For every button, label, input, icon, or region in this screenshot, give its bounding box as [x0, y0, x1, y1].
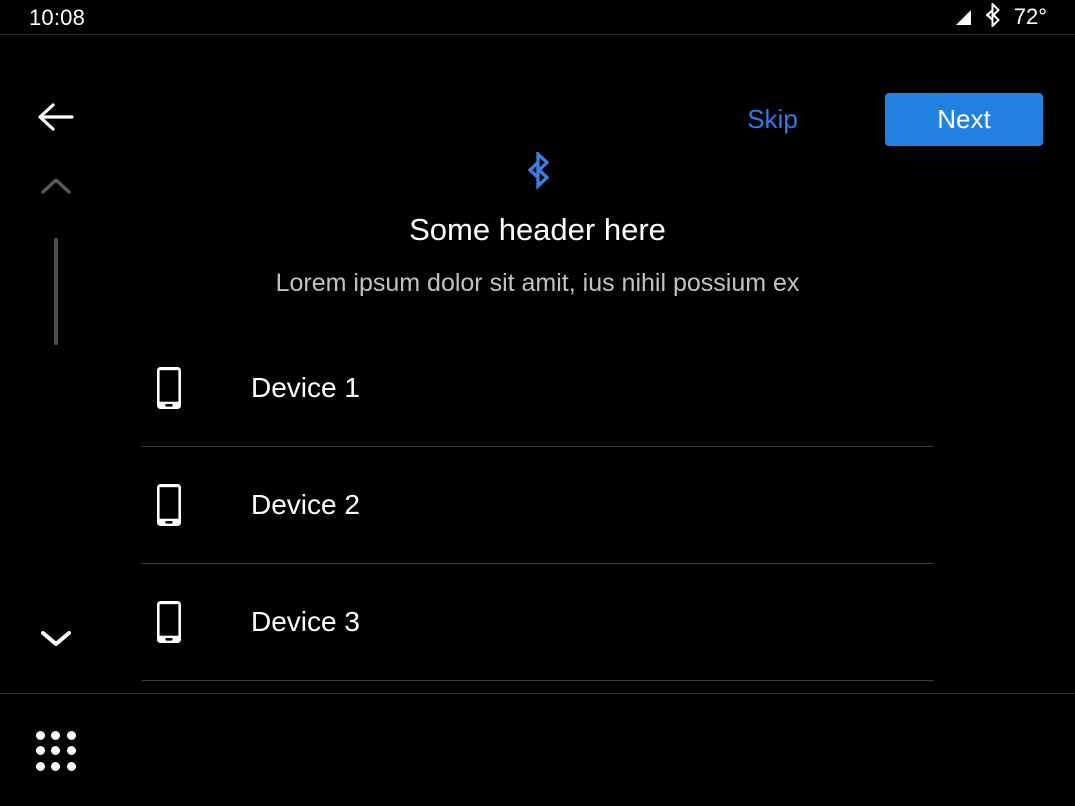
- bottom-navigation-bar: [0, 693, 1075, 806]
- status-bar-temperature: 72°: [1013, 4, 1047, 29]
- bluetooth-icon: [984, 1, 1001, 32]
- smartphone-icon: [154, 600, 184, 644]
- bluetooth-icon: [525, 150, 551, 195]
- status-bar: 10:08 72°: [0, 0, 1075, 35]
- signal-bar-icon: [955, 9, 971, 25]
- smartphone-icon: [154, 483, 184, 527]
- scrollbar-track[interactable]: [54, 238, 58, 603]
- grid-dot: [51, 731, 61, 741]
- device-list: Device 1 Device 2 Device 3: [142, 330, 934, 681]
- status-bar-clock: 10:08: [29, 5, 86, 30]
- device-name: Device 1: [251, 372, 360, 403]
- device-list-item[interactable]: Device 3: [142, 564, 934, 681]
- top-action-bar: Skip Next: [0, 35, 1075, 146]
- grid-dot: [66, 761, 76, 771]
- scroll-rail: [0, 134, 112, 693]
- grid-dot: [66, 731, 76, 741]
- status-bar-indicators: 72°: [955, 1, 1047, 32]
- page-title: Some header here: [409, 212, 666, 247]
- car-infotainment-screen: 10:08 72° Skip Next Some header here Lor…: [0, 0, 1075, 806]
- chevron-up-icon: [40, 176, 72, 201]
- main-content: Some header here Lorem ipsum dolor sit a…: [112, 134, 1075, 693]
- device-list-item[interactable]: Device 2: [142, 447, 934, 564]
- grid-dot: [66, 746, 76, 756]
- smartphone-icon: [154, 366, 184, 410]
- scroll-down-button[interactable]: [31, 621, 81, 659]
- grid-dot: [36, 731, 46, 741]
- device-name: Device 2: [251, 489, 360, 520]
- grid-dot: [51, 761, 61, 771]
- page-subtitle: Lorem ipsum dolor sit amit, ius nihil po…: [275, 269, 800, 297]
- device-list-item[interactable]: Device 1: [142, 330, 934, 447]
- arrow-left-icon: [36, 100, 74, 139]
- grid-dot: [36, 746, 46, 756]
- scroll-up-button[interactable]: [31, 170, 81, 206]
- grid-dot: [36, 761, 46, 771]
- chevron-down-icon: [39, 627, 73, 654]
- bluetooth-hero-icon-wrap: [112, 150, 963, 195]
- device-name: Device 3: [251, 606, 360, 637]
- grid-dot: [51, 746, 61, 756]
- apps-grid-icon[interactable]: [31, 726, 81, 776]
- scrollbar-thumb[interactable]: [54, 238, 58, 345]
